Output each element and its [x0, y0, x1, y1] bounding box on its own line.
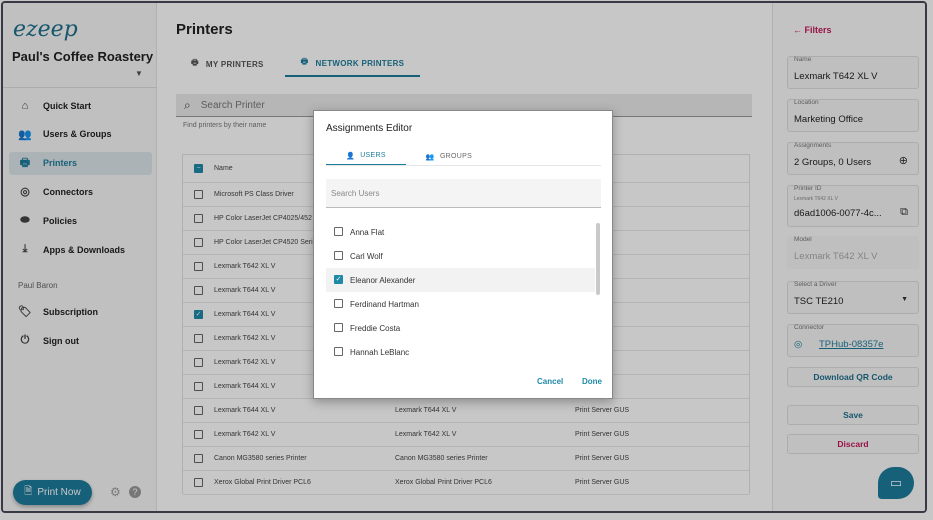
user-list-item[interactable]: Hannah LeBlanc — [326, 340, 595, 364]
user-icon: 👤 — [346, 152, 356, 160]
user-list-item[interactable]: Freddie Costa — [326, 316, 595, 340]
users-list: Anna Flat Carl Wolf ✓ Eleanor Alexander Ferd… — [326, 220, 602, 368]
cancel-button[interactable]: Cancel — [537, 377, 563, 386]
user-list-item[interactable]: Ferdinand Hartman — [326, 292, 595, 316]
user-list-item[interactable]: ✓ Eleanor Alexander — [326, 268, 595, 292]
dialog-title: Assignments Editor — [326, 123, 413, 134]
divider — [326, 165, 601, 166]
user-checkbox[interactable]: ✓ — [334, 275, 343, 284]
user-checkbox[interactable] — [334, 251, 343, 260]
tab-users[interactable]: 👤 USERS — [326, 147, 406, 166]
user-checkbox[interactable] — [334, 347, 343, 356]
user-checkbox[interactable] — [334, 299, 343, 308]
tab-groups[interactable]: 👥 GROUPS — [414, 147, 484, 166]
scrollbar[interactable] — [596, 223, 600, 295]
assignments-editor-dialog: Assignments Editor 👤 USERS 👥 GROUPS Search… — [313, 110, 613, 399]
user-list-item[interactable]: Anna Flat — [326, 220, 595, 244]
done-button[interactable]: Done — [582, 377, 602, 386]
search-users-input[interactable]: Search Users — [326, 179, 601, 208]
user-checkbox[interactable] — [334, 227, 343, 236]
user-checkbox[interactable] — [334, 323, 343, 332]
groups-icon: 👥 — [425, 153, 435, 161]
user-list-item[interactable]: Carl Wolf — [326, 244, 595, 268]
